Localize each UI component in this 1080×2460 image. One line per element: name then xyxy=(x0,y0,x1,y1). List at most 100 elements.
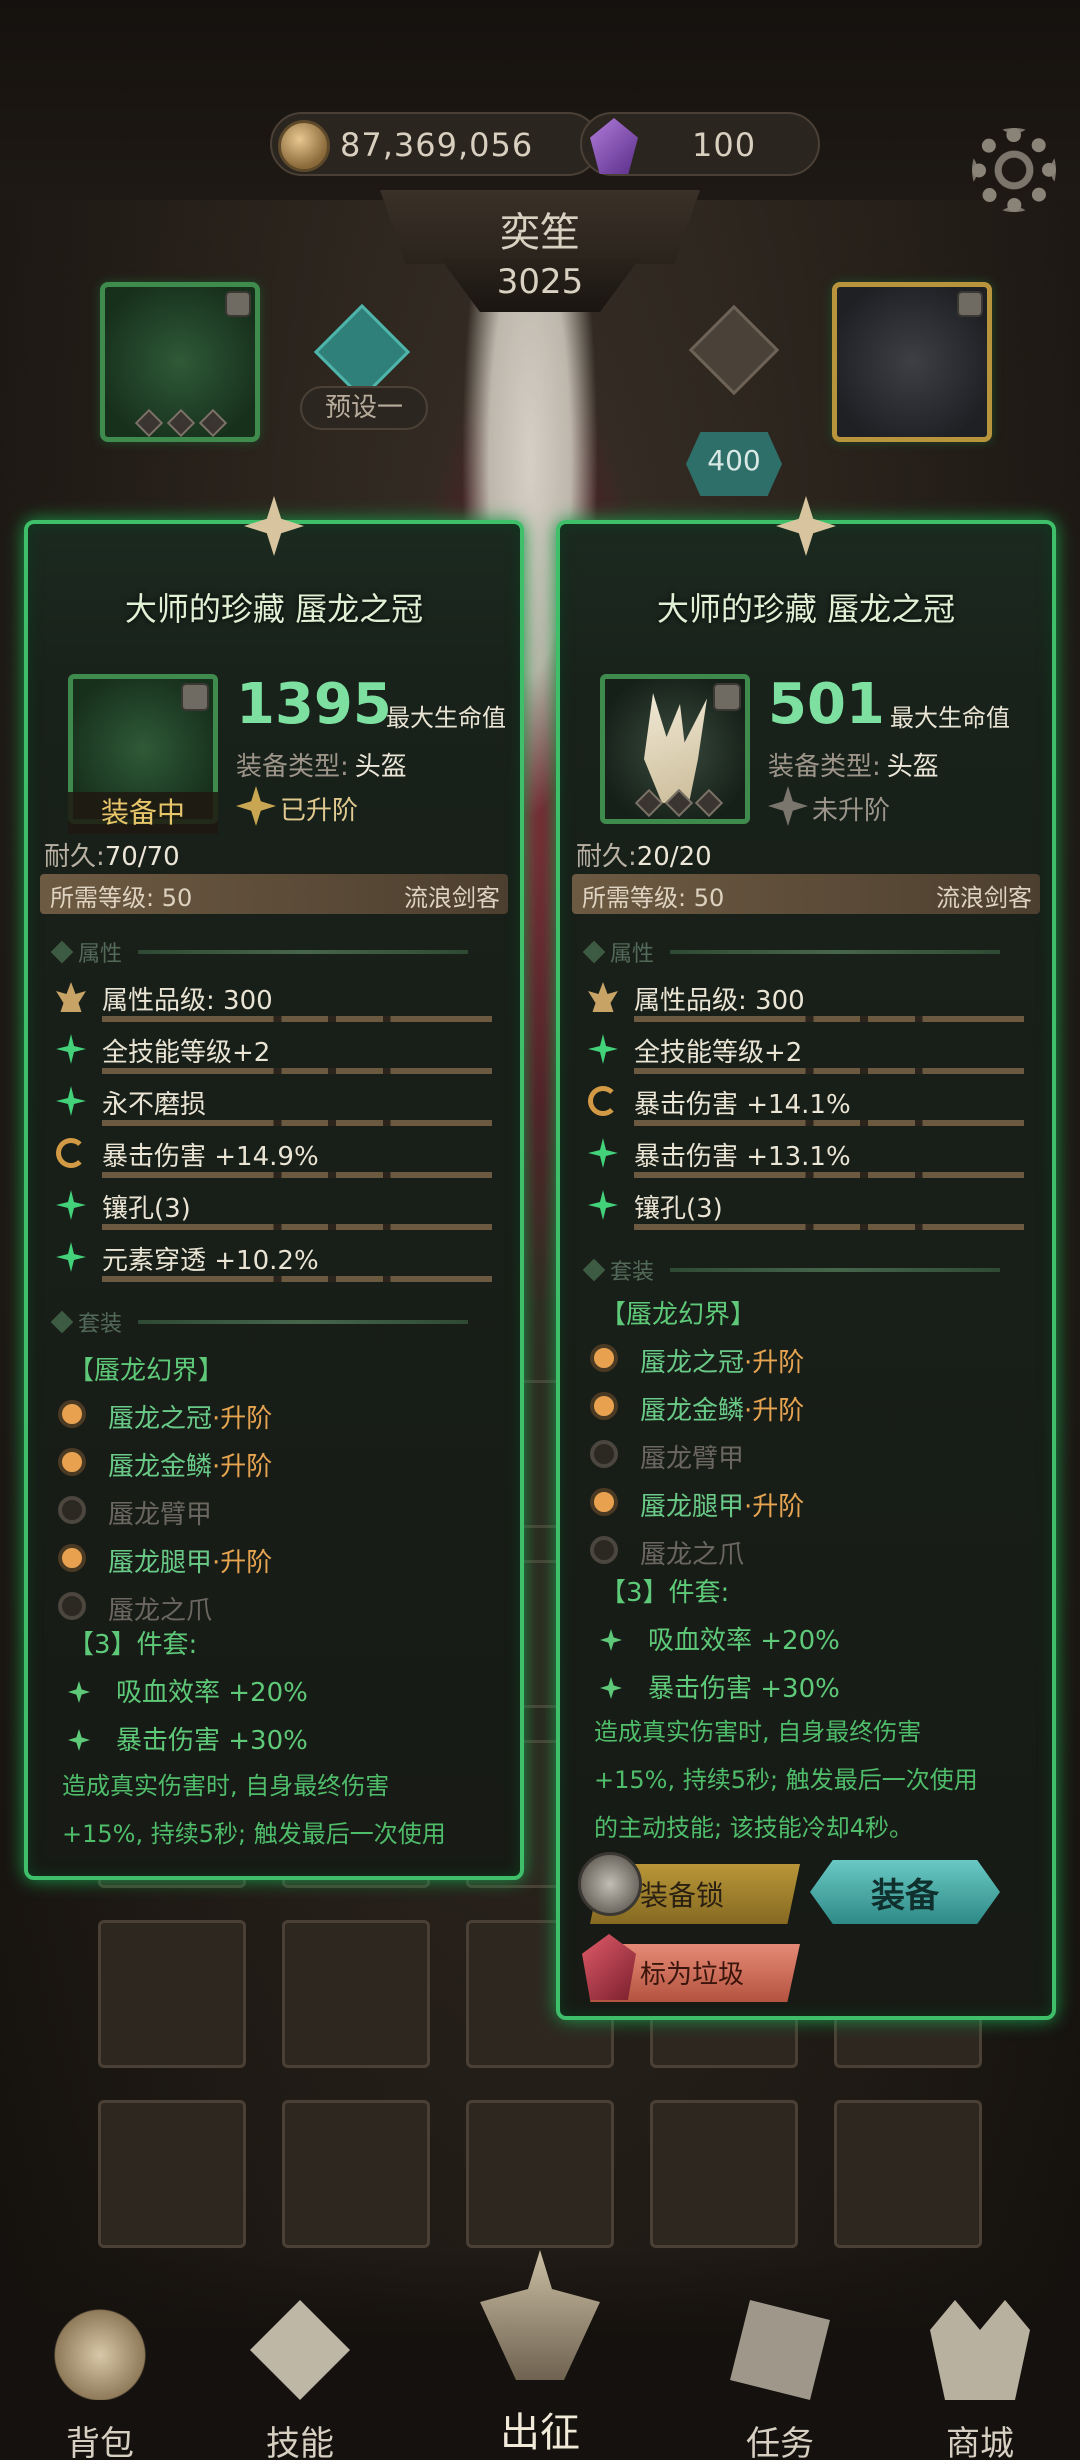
set-bonus-row: 暴击伤害 +30% xyxy=(600,1668,840,1705)
gem-counter[interactable]: 100 xyxy=(580,112,820,176)
main-stat-label: 最大生命值 xyxy=(890,704,1010,732)
nav-quests[interactable]: 任务 xyxy=(700,2300,860,2460)
durability: 耐久:20/20 xyxy=(576,836,712,873)
required-class: 流浪剑客 xyxy=(936,884,1032,912)
equip-lock-label[interactable]: 装备锁 xyxy=(640,1874,724,1914)
drop-icon[interactable] xyxy=(688,304,780,396)
gold-coin-icon xyxy=(278,120,330,172)
inventory-slot[interactable] xyxy=(282,1920,430,2068)
equip-slot-helmet[interactable] xyxy=(100,282,260,442)
spark-icon xyxy=(588,1138,618,1168)
item-title: 大师的珍藏 蜃龙之冠 xyxy=(656,590,956,628)
lock-icon xyxy=(957,291,983,317)
set-effect-line: +15%, 持续5秒; 触发最后一次使用 xyxy=(62,1820,446,1848)
socket-icon xyxy=(198,408,228,438)
gold-counter[interactable]: 87,369,056 xyxy=(270,112,600,176)
set-piece-upgrade-tag: ·升阶 xyxy=(212,1404,273,1434)
set-effect-line: 造成真实伤害时, 自身最终伤害 xyxy=(62,1772,390,1800)
inventory-slot[interactable] xyxy=(834,2100,982,2248)
inventory-slot[interactable] xyxy=(98,1920,246,2068)
padlock-icon[interactable] xyxy=(578,1852,642,1916)
section-diamond-icon xyxy=(582,1258,606,1282)
inventory-slot[interactable] xyxy=(282,2100,430,2248)
required-level: 所需等级: 50 xyxy=(582,884,725,912)
tier-star-icon xyxy=(768,786,808,826)
attribute-roll-bar xyxy=(102,1276,492,1282)
bag-icon xyxy=(50,2300,150,2400)
attribute-row: 全技能等级+2 xyxy=(48,1028,508,1078)
set-piece-row: 蜃龙臂甲 xyxy=(58,1488,498,1536)
attribute-row: 暴击伤害 +13.1% xyxy=(580,1132,1040,1182)
nav-skills-label: 技能 xyxy=(266,2424,334,2460)
set-piece-row: 蜃龙腿甲·升阶 xyxy=(58,1536,498,1584)
attribute-text: 暴击伤害 +14.1% xyxy=(634,1090,851,1120)
required-class: 流浪剑客 xyxy=(404,884,500,912)
preset-selector[interactable]: 预设一 xyxy=(300,386,428,430)
owned-dot-icon xyxy=(590,1392,618,1420)
hero-power: 3025 xyxy=(496,262,584,302)
attribute-text: 镶孔(3) xyxy=(634,1194,723,1224)
set-piece-name: 蜃龙金鳞·升阶 xyxy=(640,1390,804,1427)
set-piece-row: 蜃龙臂甲 xyxy=(590,1432,1030,1480)
attribute-row: 属性品级: 300 xyxy=(48,976,508,1026)
inventory-slot[interactable] xyxy=(466,2100,614,2248)
item-type-line: 装备类型: 头盔 xyxy=(236,746,407,783)
skill-book-icon xyxy=(250,2300,350,2400)
durability-value: 70/70 xyxy=(104,842,180,872)
attribute-row: 属性品级: 300 xyxy=(580,976,1040,1026)
spark-icon xyxy=(588,1190,618,1220)
lotus-icon xyxy=(588,982,618,1012)
set-bonus-heading: 【3】件套: xyxy=(600,1578,730,1608)
nav-skills[interactable]: 技能 xyxy=(220,2300,380,2460)
missing-dot-icon xyxy=(590,1440,618,1468)
attribute-text: 全技能等级+2 xyxy=(102,1038,271,1068)
lock-icon xyxy=(181,683,209,711)
attributes-heading: 属性 xyxy=(78,942,123,967)
set-name: 【蜃龙幻界】 xyxy=(68,1356,225,1386)
item-title: 大师的珍藏 蜃龙之冠 xyxy=(124,590,424,628)
set-piece-upgrade-tag: ·升阶 xyxy=(744,1492,805,1522)
section-divider xyxy=(138,1320,468,1324)
set-piece-row: 蜃龙之冠·升阶 xyxy=(590,1336,1030,1384)
set-piece-name: 蜃龙之爪 xyxy=(640,1534,744,1571)
mark-junk-label[interactable]: 标为垃圾 xyxy=(640,1954,744,1991)
attribute-row: 镶孔(3) xyxy=(580,1184,1040,1234)
nav-shop[interactable]: 商城 xyxy=(900,2300,1060,2460)
inventory-slot[interactable] xyxy=(650,2100,798,2248)
section-divider xyxy=(670,950,1000,954)
owned-dot-icon xyxy=(590,1344,618,1372)
nav-bag[interactable]: 背包 xyxy=(20,2300,180,2460)
set-piece-label: 蜃龙腿甲 xyxy=(108,1548,213,1578)
set-piece-upgrade-tag: ·升阶 xyxy=(212,1452,273,1482)
attribute-row: 元素穿透 +10.2% xyxy=(48,1236,508,1286)
star-icon xyxy=(68,1681,90,1703)
equip-slot-amulet[interactable] xyxy=(832,282,992,442)
nav-shop-label: 商城 xyxy=(946,2424,1014,2460)
section-diamond-icon xyxy=(50,940,74,964)
socket-icon xyxy=(166,408,196,438)
socket-icon xyxy=(694,788,724,818)
attribute-text: 元素穿透 +10.2% xyxy=(102,1246,319,1276)
section-divider xyxy=(670,1268,1000,1272)
star-icon xyxy=(600,1629,622,1651)
main-stat-value: 501 xyxy=(768,672,885,737)
gem-amount: 100 xyxy=(692,126,757,164)
ornament-star-icon xyxy=(244,496,304,556)
tier-status: 未升阶 xyxy=(812,796,891,826)
attribute-roll-bar xyxy=(634,1120,1024,1126)
equip-button-label[interactable]: 装备 xyxy=(810,1868,1000,1917)
red-gem-icon[interactable] xyxy=(582,1934,636,2000)
nav-battle[interactable]: 出征 xyxy=(430,2240,650,2460)
set-piece-label: 蜃龙之爪 xyxy=(640,1540,745,1570)
attribute-text: 暴击伤害 +13.1% xyxy=(634,1142,851,1172)
set-piece-row: 蜃龙金鳞·升阶 xyxy=(590,1384,1030,1432)
set-piece-name: 蜃龙之冠·升阶 xyxy=(108,1398,272,1435)
set-bonus-row: 吸血效率 +20% xyxy=(600,1620,840,1657)
inventory-slot[interactable] xyxy=(98,2100,246,2248)
item-type-line: 装备类型: 头盔 xyxy=(768,746,939,783)
nav-bag-label: 背包 xyxy=(66,2424,134,2460)
set-piece-name: 蜃龙之爪 xyxy=(108,1590,212,1627)
gear-icon[interactable] xyxy=(972,128,1056,212)
star-icon xyxy=(600,1677,622,1699)
hero-name: 奕笙 xyxy=(500,210,580,256)
